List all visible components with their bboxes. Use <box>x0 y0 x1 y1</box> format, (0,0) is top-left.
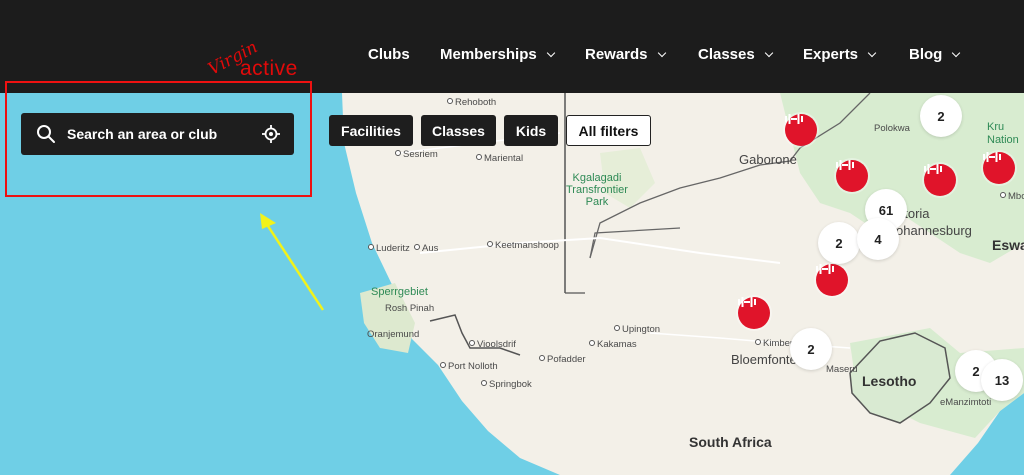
place-johannesburg: ohannesburg <box>896 223 972 238</box>
place-sperrgebiet: Sperrgebiet <box>371 286 428 298</box>
place-keetmanshoop: Keetmanshoop <box>487 240 559 251</box>
club-cluster[interactable]: 4 <box>857 218 899 260</box>
place-luderitz: Luderitz <box>368 243 410 254</box>
place-oranjemund: Oranjemund <box>367 329 420 340</box>
nav-rewards[interactable]: Rewards <box>585 46 666 63</box>
club-cluster[interactable]: 2 <box>920 95 962 137</box>
nav-classes[interactable]: Classes <box>698 46 773 63</box>
nav-clubs[interactable]: Clubs <box>368 46 410 63</box>
all-filters-button[interactable]: All filters <box>566 115 651 146</box>
chevron-down-icon <box>546 48 555 57</box>
place-maseru: Maseru <box>826 364 858 375</box>
filter-classes-button[interactable]: Classes <box>421 115 496 146</box>
club-cluster[interactable]: 2 <box>790 328 832 370</box>
top-navigation-bar: Virgin active Clubs Memberships Rewards … <box>0 0 1024 93</box>
place-kakamas: Kakamas <box>589 339 637 350</box>
chevron-down-icon <box>764 48 773 57</box>
nav-memberships-label: Memberships <box>440 46 537 63</box>
dumbbell-icon <box>785 114 803 124</box>
dumbbell-icon <box>983 152 1001 162</box>
dumbbell-icon <box>816 264 834 274</box>
nav-experts-label: Experts <box>803 46 859 63</box>
place-springbok: Springbok <box>481 379 532 390</box>
dumbbell-icon <box>738 297 756 307</box>
place-aus: Aus <box>414 243 438 254</box>
club-pin[interactable] <box>785 114 817 146</box>
place-kgalagadi: Kgalagadi Transfrontier Park <box>566 172 628 208</box>
nav-classes-label: Classes <box>698 46 755 63</box>
place-pofadder: Pofadder <box>539 354 586 365</box>
place-rosh-pinah: Rosh Pinah <box>385 303 435 314</box>
place-kruger: Kru Nation <box>987 121 1019 146</box>
chevron-down-icon <box>657 48 666 57</box>
place-mariental: Mariental <box>476 153 523 164</box>
chevron-down-icon <box>867 48 877 57</box>
place-polokwane: Polokwa <box>874 123 910 134</box>
club-pin[interactable] <box>924 164 956 196</box>
place-emanzimtoti: eManzimtoti <box>940 397 992 408</box>
place-vioolsdrif: Vioolsdrif <box>469 339 516 350</box>
club-pin[interactable] <box>983 152 1015 184</box>
nav-clubs-label: Clubs <box>368 46 410 63</box>
place-rehoboth: Rehoboth <box>447 97 496 108</box>
club-cluster[interactable]: 13 <box>981 359 1023 401</box>
chevron-down-icon <box>952 48 961 57</box>
nav-rewards-label: Rewards <box>585 46 648 63</box>
place-bloemfontein: Bloemfonte <box>731 352 797 367</box>
dumbbell-icon <box>836 160 854 170</box>
place-gaborone: Gaborone <box>739 152 797 167</box>
annotation-arrow-icon <box>260 213 325 311</box>
place-sesriem: Sesriem <box>395 149 438 160</box>
logo-word-text: active <box>240 57 298 80</box>
annotation-highlight-box <box>5 81 312 197</box>
place-eswatini: Eswa <box>992 237 1024 253</box>
place-upington: Upington <box>614 324 660 335</box>
place-port-nolloth: Port Nolloth <box>440 361 498 372</box>
club-cluster[interactable]: 2 <box>818 222 860 264</box>
club-pin[interactable] <box>836 160 868 192</box>
place-south-africa: South Africa <box>689 434 772 450</box>
nav-experts[interactable]: Experts <box>803 46 877 63</box>
place-mbombela: Mbo <box>1000 191 1024 202</box>
dumbbell-icon <box>924 164 942 174</box>
filter-kids-button[interactable]: Kids <box>504 115 558 146</box>
club-pin[interactable] <box>738 297 770 329</box>
virgin-active-logo[interactable]: Virgin active <box>205 37 298 80</box>
nav-memberships[interactable]: Memberships <box>440 46 555 63</box>
place-lesotho: Lesotho <box>862 373 917 389</box>
club-pin[interactable] <box>816 264 848 296</box>
nav-blog-label: Blog <box>909 46 943 63</box>
nav-blog[interactable]: Blog <box>909 46 961 63</box>
filter-facilities-button[interactable]: Facilities <box>329 115 413 146</box>
